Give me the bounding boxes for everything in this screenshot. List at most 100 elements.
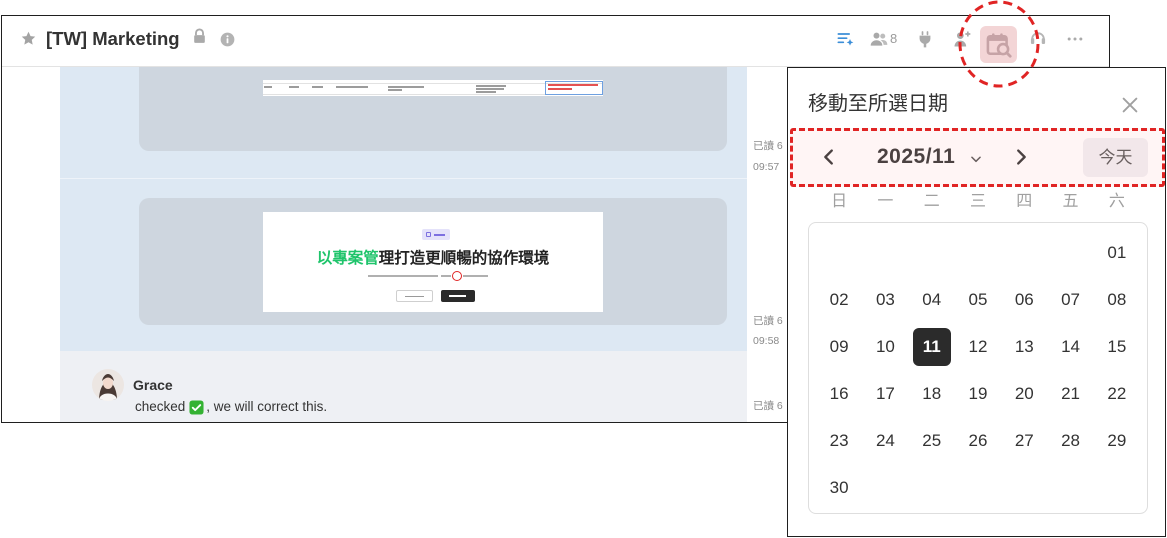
calendar-day[interactable]: 17 bbox=[862, 370, 908, 417]
avatar[interactable] bbox=[92, 369, 124, 401]
calendar-day[interactable]: 16 bbox=[816, 370, 862, 417]
calendar-day[interactable]: 02 bbox=[816, 276, 862, 323]
calendar-day[interactable]: 29 bbox=[1094, 417, 1140, 464]
headset-icon[interactable] bbox=[1028, 29, 1048, 49]
read-status[interactable]: 已讀 6 bbox=[753, 314, 783, 328]
attachment-banner-image[interactable]: 以專案管理打造更順暢的協作環境 bbox=[263, 212, 603, 312]
banner-primary-button bbox=[441, 290, 475, 302]
day-label[interactable]: 07 bbox=[1052, 281, 1090, 319]
calendar-day[interactable]: 28 bbox=[1047, 417, 1093, 464]
calendar-day[interactable]: 20 bbox=[1001, 370, 1047, 417]
calendar-day[interactable]: 27 bbox=[1001, 417, 1047, 464]
day-label[interactable]: 28 bbox=[1052, 422, 1090, 460]
calendar-day[interactable]: 13 bbox=[1001, 323, 1047, 370]
calendar-day[interactable]: 19 bbox=[955, 370, 1001, 417]
calendar-day[interactable]: 09 bbox=[816, 323, 862, 370]
day-label[interactable]: 09 bbox=[820, 328, 858, 366]
today-button[interactable]: 今天 bbox=[1083, 138, 1148, 177]
calendar-day[interactable]: 05 bbox=[955, 276, 1001, 323]
day-label[interactable]: 02 bbox=[820, 281, 858, 319]
calendar-day[interactable]: 07 bbox=[1047, 276, 1093, 323]
jump-to-date-button[interactable] bbox=[980, 26, 1017, 63]
message-row: Grace checked , we will correct this. bbox=[60, 351, 747, 422]
day-label[interactable]: 30 bbox=[820, 469, 858, 507]
read-status[interactable]: 已讀 6 bbox=[753, 139, 783, 153]
day-label[interactable]: 04 bbox=[913, 281, 951, 319]
calendar-day[interactable]: 26 bbox=[955, 417, 1001, 464]
calendar-day[interactable]: 01 bbox=[1094, 229, 1140, 276]
day-label[interactable]: 14 bbox=[1052, 328, 1090, 366]
calendar-day[interactable]: 06 bbox=[1001, 276, 1047, 323]
day-label[interactable]: 24 bbox=[866, 422, 904, 460]
calendar-day[interactable]: 04 bbox=[909, 276, 955, 323]
weekday-header: 日 一 二 三 四 五 六 bbox=[816, 190, 1140, 214]
lock-icon bbox=[191, 28, 208, 45]
calendar-day[interactable]: 03 bbox=[862, 276, 908, 323]
weekday-label: 六 bbox=[1108, 193, 1125, 210]
calendar-day[interactable]: 15 bbox=[1094, 323, 1140, 370]
calendar-day[interactable]: 30 bbox=[816, 464, 862, 511]
day-label[interactable]: 15 bbox=[1098, 328, 1136, 366]
sparkle-list-icon[interactable] bbox=[835, 29, 855, 49]
calendar-day[interactable]: 10 bbox=[862, 323, 908, 370]
calendar-day[interactable]: 21 bbox=[1047, 370, 1093, 417]
day-label[interactable]: 19 bbox=[959, 375, 997, 413]
message-author[interactable]: Grace bbox=[133, 376, 173, 394]
weekday-label: 五 bbox=[1062, 193, 1079, 210]
day-label[interactable]: 08 bbox=[1098, 281, 1136, 319]
text-placeholder bbox=[289, 86, 299, 88]
day-label[interactable]: 11 bbox=[912, 327, 951, 366]
calendar-day[interactable]: 25 bbox=[909, 417, 955, 464]
highlighted-cell bbox=[545, 81, 603, 95]
day-label[interactable]: 25 bbox=[913, 422, 951, 460]
people-icon[interactable] bbox=[869, 29, 889, 49]
text-placeholder bbox=[264, 86, 272, 88]
calendar-day[interactable]: 23 bbox=[816, 417, 862, 464]
heading-rest: 理打造更順暢的協作環境 bbox=[378, 250, 550, 267]
calendar-day[interactable]: 14 bbox=[1047, 323, 1093, 370]
day-label[interactable]: 23 bbox=[820, 422, 858, 460]
star-icon[interactable] bbox=[20, 30, 37, 47]
day-label[interactable]: 26 bbox=[959, 422, 997, 460]
calendar-day[interactable]: 12 bbox=[955, 323, 1001, 370]
calendar-day[interactable]: 08 bbox=[1094, 276, 1140, 323]
close-icon[interactable] bbox=[1119, 94, 1141, 116]
day-label[interactable]: 18 bbox=[913, 375, 951, 413]
day-label[interactable]: 13 bbox=[1005, 328, 1043, 366]
day-label[interactable]: 01 bbox=[1098, 234, 1136, 272]
month-selector[interactable]: 2025/11 bbox=[877, 144, 955, 170]
day-label[interactable]: 06 bbox=[1005, 281, 1043, 319]
text-placeholder bbox=[312, 86, 323, 88]
day-label[interactable]: 03 bbox=[866, 281, 904, 319]
day-label[interactable]: 27 bbox=[1005, 422, 1043, 460]
more-icon[interactable] bbox=[1065, 29, 1085, 49]
text-placeholder bbox=[368, 275, 438, 277]
weekday-label: 三 bbox=[969, 193, 986, 210]
info-icon[interactable] bbox=[220, 32, 235, 47]
day-label[interactable]: 20 bbox=[1005, 375, 1043, 413]
person-icon[interactable] bbox=[952, 29, 972, 49]
weekday-label: 二 bbox=[923, 193, 940, 210]
day-label[interactable]: 22 bbox=[1098, 375, 1136, 413]
message-divider bbox=[60, 178, 747, 179]
day-label[interactable]: 21 bbox=[1052, 375, 1090, 413]
day-label[interactable]: 12 bbox=[959, 328, 997, 366]
calendar-day[interactable]: 24 bbox=[862, 417, 908, 464]
day-label[interactable]: 10 bbox=[866, 328, 904, 366]
chevron-down-icon[interactable] bbox=[969, 152, 983, 166]
read-status[interactable]: 已讀 6 bbox=[753, 399, 783, 413]
calendar-day[interactable]: 22 bbox=[1094, 370, 1140, 417]
member-count[interactable]: 8 bbox=[890, 31, 897, 47]
text-placeholder bbox=[336, 86, 368, 88]
attachment-table-image[interactable] bbox=[263, 80, 603, 96]
day-label[interactable]: 17 bbox=[866, 375, 904, 413]
day-label[interactable]: 16 bbox=[820, 375, 858, 413]
text-placeholder bbox=[388, 89, 402, 91]
chevron-left-icon[interactable] bbox=[818, 146, 840, 168]
day-label[interactable]: 05 bbox=[959, 281, 997, 319]
calendar-day[interactable]: 18 bbox=[909, 370, 955, 417]
day-label[interactable]: 29 bbox=[1098, 422, 1136, 460]
calendar-day-selected[interactable]: 11 bbox=[909, 323, 955, 370]
chevron-right-icon[interactable] bbox=[1010, 146, 1032, 168]
plug-icon[interactable] bbox=[915, 29, 935, 49]
